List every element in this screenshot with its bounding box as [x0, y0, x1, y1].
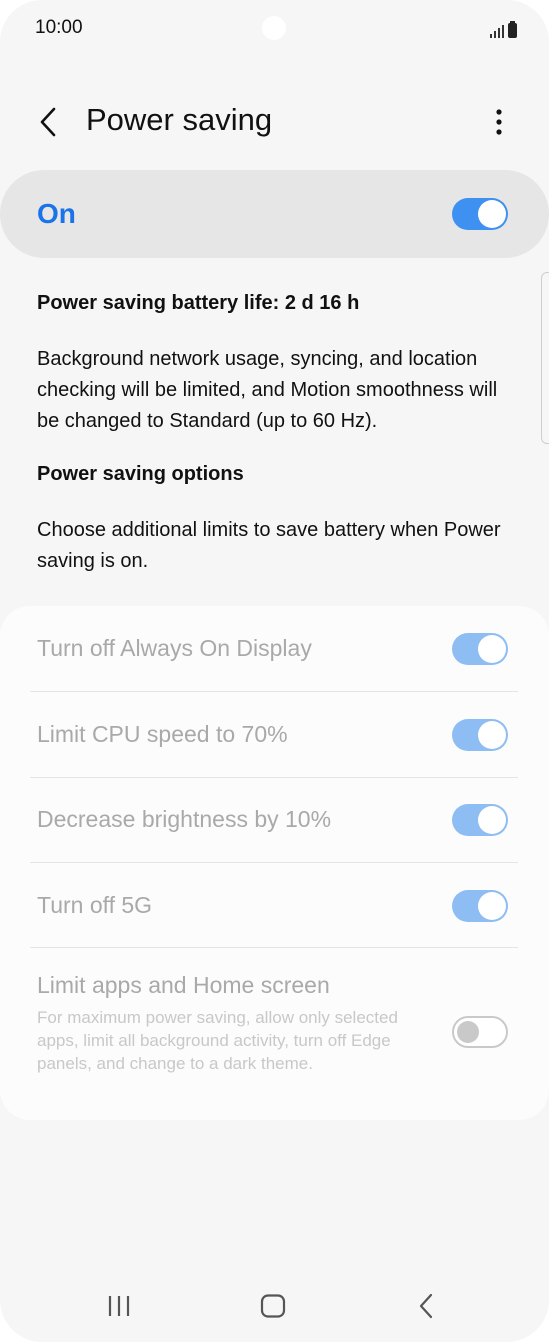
option-row-brightness[interactable]: Decrease brightness by 10% [0, 777, 549, 862]
limit-apps-toggle[interactable] [452, 1016, 508, 1048]
options-card: Turn off Always On Display Limit CPU spe… [0, 606, 549, 1120]
home-button[interactable] [243, 1284, 303, 1328]
option-label: Limit CPU speed to 70% [37, 721, 288, 747]
front-camera [262, 16, 286, 40]
option-row-5g[interactable]: Turn off 5G [0, 863, 549, 948]
app-header: Power saving [0, 88, 549, 156]
always-on-display-toggle[interactable] [452, 633, 508, 665]
toggle-knob [478, 892, 506, 920]
battery-life-text: Power saving battery life: 2 d 16 h [37, 292, 360, 314]
option-label: Turn off Always On Display [37, 635, 312, 661]
signal-icon [490, 24, 504, 38]
option-label: Limit apps and Home screen [37, 972, 330, 998]
page-title: Power saving [86, 102, 273, 137]
nav-back-button[interactable] [397, 1284, 457, 1328]
home-icon [260, 1294, 286, 1318]
toggle-knob [478, 721, 506, 749]
more-options-button[interactable] [479, 102, 519, 142]
master-toggle[interactable] [452, 198, 508, 230]
option-label: Turn off 5G [37, 892, 153, 918]
option-row-limit-apps[interactable]: Limit apps and Home screen For maximum p… [0, 948, 549, 1120]
back-icon [419, 1293, 433, 1319]
battery-icon [508, 21, 517, 38]
recents-icon [108, 1296, 130, 1316]
toggle-knob [478, 806, 506, 834]
option-row-cpu-speed[interactable]: Limit CPU speed to 70% [0, 692, 549, 777]
power-saving-master-switch[interactable]: On [0, 170, 549, 258]
chevron-left-icon [40, 107, 56, 137]
master-switch-label: On [37, 198, 76, 229]
power-saving-description: Background network usage, syncing, and l… [37, 348, 498, 432]
cpu-speed-toggle[interactable] [452, 719, 508, 751]
option-row-always-on-display[interactable]: Turn off Always On Display [0, 606, 549, 691]
recents-button[interactable] [89, 1284, 149, 1328]
option-label: Decrease brightness by 10% [37, 806, 332, 832]
options-section-title: Power saving options [37, 463, 244, 485]
navigation-bar [0, 1270, 549, 1342]
options-section-description: Choose additional limits to save battery… [37, 519, 501, 572]
scrollbar[interactable] [541, 272, 549, 444]
phone-screen: 10:00 Power saving On Power saving batte… [0, 0, 549, 1342]
brightness-toggle[interactable] [452, 804, 508, 836]
more-vertical-icon [496, 109, 502, 135]
status-icons [490, 20, 517, 38]
back-button[interactable] [26, 100, 70, 144]
toggle-knob [478, 200, 506, 228]
toggle-knob [457, 1021, 479, 1043]
option-sublabel: For maximum power saving, allow only sel… [37, 1008, 398, 1073]
status-time: 10:00 [35, 17, 83, 38]
toggle-knob [478, 635, 506, 663]
5g-toggle[interactable] [452, 890, 508, 922]
status-bar: 10:00 [0, 0, 549, 58]
